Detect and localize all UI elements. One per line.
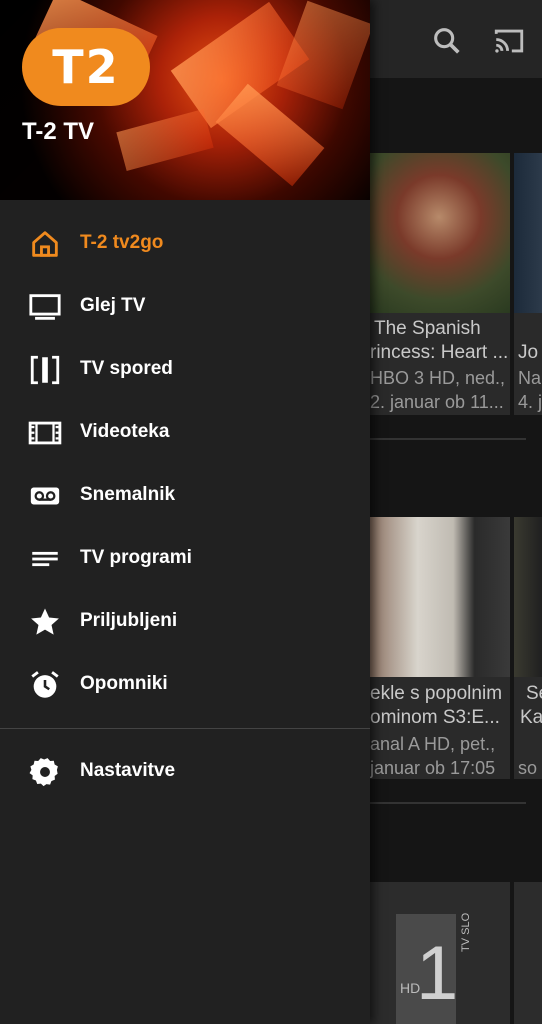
menu-item-label: TV spored — [80, 358, 173, 379]
cast-icon[interactable] — [492, 24, 526, 58]
search-icon[interactable] — [430, 24, 464, 58]
row-separator — [370, 438, 526, 440]
menu-item-favorites[interactable]: Priljubljeni — [0, 590, 370, 653]
schedule-icon — [28, 353, 62, 387]
card-thumbnail — [368, 517, 510, 677]
recorder-icon — [28, 479, 62, 513]
channel-tile[interactable]: HD 1 TV SLO — [370, 882, 510, 1024]
home-icon — [28, 227, 62, 261]
list-icon — [28, 542, 62, 576]
card-title: Se — [526, 683, 542, 704]
menu-item-tv-schedule[interactable]: TV spored — [0, 338, 370, 401]
menu-item-video-library[interactable]: Videoteka — [0, 401, 370, 464]
card-time: 4. j — [518, 392, 542, 412]
card-title: ekle s popolnim — [370, 683, 503, 704]
card-time: 2. januar ob 11... — [370, 392, 504, 412]
channel-logo: HD 1 — [396, 914, 459, 1024]
menu-item-label: Nastavitve — [80, 760, 176, 781]
t2-logo: T2 — [22, 28, 150, 106]
gear-icon — [28, 755, 62, 789]
card-channel: anal A HD, pet., — [370, 734, 496, 754]
card-thumbnail — [514, 153, 542, 313]
star-icon — [28, 605, 62, 639]
menu-item-label: TV programi — [80, 547, 192, 568]
header-art — [276, 0, 370, 110]
menu-item-watch-tv[interactable]: Glej TV — [0, 275, 370, 338]
card-channel: HBO 3 HD, ned., — [370, 368, 506, 388]
menu-item-label: Glej TV — [80, 295, 146, 316]
menu-item-home[interactable]: T-2 tv2go — [0, 212, 370, 275]
menu-item-label: Opomniki — [80, 673, 168, 694]
menu-item-reminders[interactable]: Opomniki — [0, 653, 370, 716]
tv-icon — [28, 290, 62, 324]
film-icon — [28, 416, 62, 450]
menu-item-tv-channels[interactable]: TV programi — [0, 527, 370, 590]
card-time: so — [518, 758, 538, 778]
menu-item-label: Videoteka — [80, 421, 170, 442]
menu-divider — [0, 728, 370, 729]
menu-item-settings[interactable]: Nastavitve — [0, 740, 370, 803]
card-time: januar ob 17:05 — [370, 758, 496, 778]
channel-tile[interactable] — [514, 882, 542, 1024]
menu-item-label: Snemalnik — [80, 484, 176, 505]
card-title: Jo — [518, 342, 539, 363]
card-channel: Na — [518, 368, 542, 388]
navigation-drawer: T2 T-2 TV T-2 tv2go Glej TV TV spored Vi… — [0, 0, 370, 1024]
menu-item-recorder[interactable]: Snemalnik — [0, 464, 370, 527]
menu-item-label: T-2 tv2go — [80, 232, 164, 253]
drawer-header: T2 T-2 TV — [0, 0, 370, 200]
channel-side-label: TV SLO — [460, 912, 472, 952]
menu-item-label: Priljubljeni — [80, 610, 178, 631]
card-title-line2: ominom S3:E... — [370, 707, 500, 728]
card-thumbnail — [368, 153, 510, 313]
channel-number: 1 — [416, 931, 459, 1016]
content-card[interactable] — [514, 517, 542, 779]
alarm-icon — [28, 668, 62, 702]
header-art — [116, 109, 214, 171]
card-thumbnail — [514, 517, 542, 677]
row-separator — [370, 802, 526, 804]
card-title-line2: rincess: Heart ... — [370, 342, 509, 363]
card-title: The Spanish — [374, 318, 481, 339]
app-name: T-2 TV — [22, 118, 95, 145]
card-title-line2: Ka — [520, 707, 542, 728]
